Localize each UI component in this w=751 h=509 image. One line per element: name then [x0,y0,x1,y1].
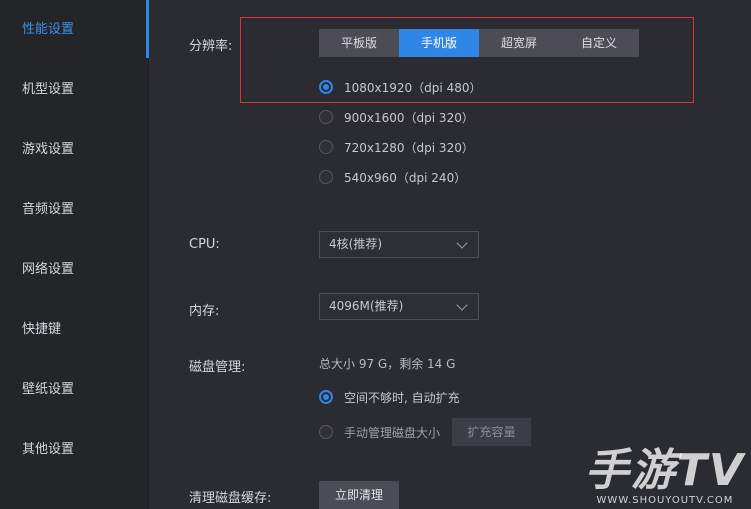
sidebar-item-shortcuts[interactable]: 快捷键 [0,300,148,360]
tab-ultrawide[interactable]: 超宽屏 [479,29,559,57]
settings-window: 性能设置 机型设置 游戏设置 音频设置 网络设置 快捷键 壁纸设置 其他设置 分… [0,0,751,509]
expand-capacity-button: 扩充容量 [452,418,531,446]
tab-phone[interactable]: 手机版 [399,29,479,57]
memory-select-value: 4096M(推荐) [329,299,404,313]
resolution-label: 分辨率: [189,39,233,54]
resolution-option-900[interactable]: 900x1600（dpi 320） [319,108,474,126]
memory-label: 内存: [189,304,220,319]
sidebar-item-audio[interactable]: 音频设置 [0,180,148,240]
tab-tablet[interactable]: 平板版 [319,29,399,57]
sidebar-item-wallpaper[interactable]: 壁纸设置 [0,360,148,420]
clear-now-button[interactable]: 立即清理 [319,481,399,509]
resolution-option-label: 720x1280（dpi 320） [344,140,474,155]
sidebar-item-network[interactable]: 网络设置 [0,240,148,300]
resolution-option-720[interactable]: 720x1280（dpi 320） [319,138,474,156]
memory-select[interactable]: 4096M(推荐) [319,293,479,320]
resolution-option-label: 900x1600（dpi 320） [344,110,474,125]
cpu-select[interactable]: 4核(推荐) [319,231,479,258]
resolution-option-label: 540x960（dpi 240） [344,170,467,185]
disk-option-label: 手动管理磁盘大小 [344,425,441,440]
radio-unchecked-icon [319,170,333,184]
radio-unchecked-icon [319,425,333,439]
clear-cache-label: 清理磁盘缓存: [189,491,272,506]
disk-option-auto-expand[interactable]: 空间不够时, 自动扩充 [319,388,460,406]
radio-unchecked-icon [319,110,333,124]
resolution-option-540[interactable]: 540x960（dpi 240） [319,168,466,186]
sidebar-item-performance[interactable]: 性能设置 [0,0,149,60]
chevron-down-icon [456,237,468,249]
sidebar: 性能设置 机型设置 游戏设置 音频设置 网络设置 快捷键 壁纸设置 其他设置 [0,0,149,509]
resolution-mode-tabs: 平板版 手机版 超宽屏 自定义 [319,29,639,57]
tab-custom[interactable]: 自定义 [559,29,639,57]
cpu-select-value: 4核(推荐) [329,237,382,251]
radio-checked-icon [319,390,333,404]
cpu-label: CPU: [189,237,220,252]
sidebar-item-game[interactable]: 游戏设置 [0,120,148,180]
disk-label: 磁盘管理: [189,360,246,375]
sidebar-item-device-model[interactable]: 机型设置 [0,60,148,120]
radio-unchecked-icon [319,140,333,154]
resolution-option-label: 1080x1920（dpi 480） [344,80,482,95]
disk-option-label: 空间不够时, 自动扩充 [344,390,460,405]
disk-size-info: 总大小 97 G，剩余 14 G [319,357,456,371]
chevron-down-icon [456,299,468,311]
resolution-option-1080[interactable]: 1080x1920（dpi 480） [319,78,481,96]
radio-checked-icon [319,80,333,94]
settings-panel: 分辨率: 平板版 手机版 超宽屏 自定义 1080x1920（dpi 480） … [149,0,751,509]
disk-option-manual[interactable]: 手动管理磁盘大小 [319,423,440,441]
sidebar-item-other[interactable]: 其他设置 [0,420,148,480]
